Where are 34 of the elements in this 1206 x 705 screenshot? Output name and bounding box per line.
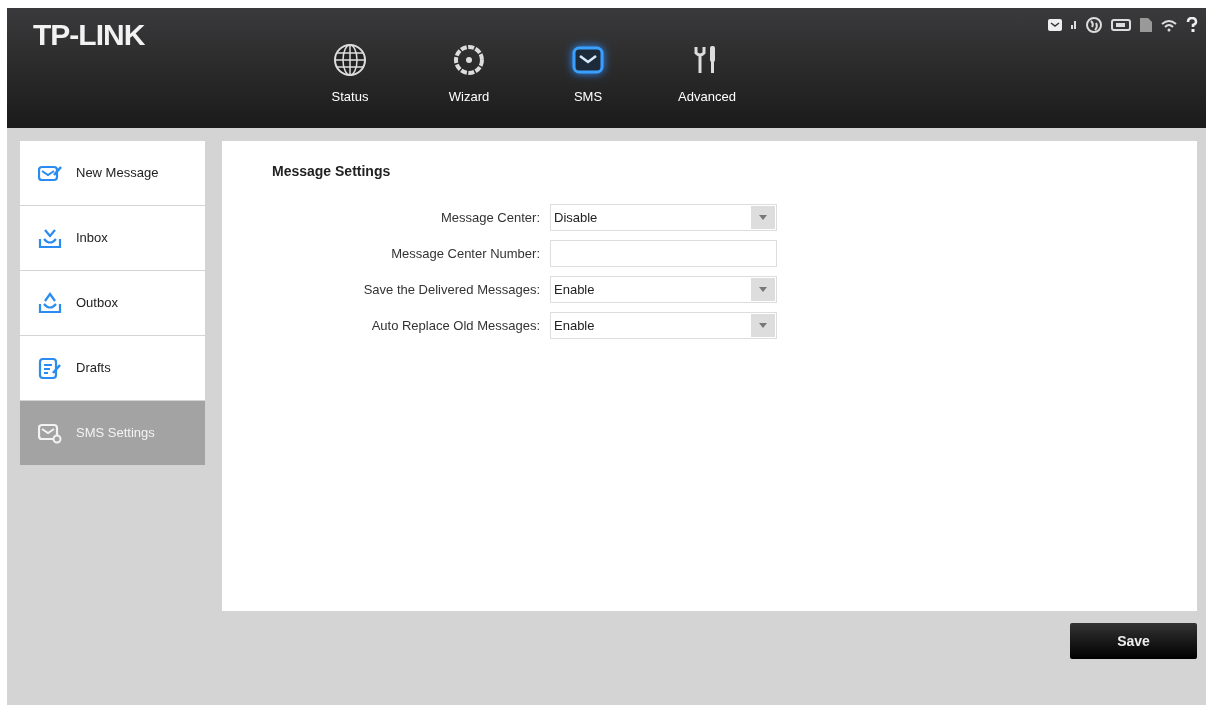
- battery-icon: [1111, 19, 1131, 31]
- gear-icon: [452, 43, 486, 77]
- nav-tab[interactable]: Wizard: [408, 43, 530, 128]
- sidebar-item[interactable]: Inbox: [20, 206, 205, 270]
- nav-tab[interactable]: Advanced: [646, 43, 768, 128]
- nav-tab[interactable]: SMS: [527, 43, 649, 128]
- dropdown-field[interactable]: Enable: [550, 276, 777, 303]
- sidebar-item[interactable]: New Message: [20, 141, 205, 205]
- brand-logo: TP-LINK: [32, 17, 146, 53]
- sidebar-item[interactable]: Drafts: [20, 336, 205, 400]
- dropdown-arrow-icon[interactable]: [751, 314, 775, 337]
- field-label: Message Center Number:: [390, 244, 541, 263]
- globe-icon: [333, 43, 367, 77]
- document-pen-icon: [38, 356, 62, 380]
- nav-tab[interactable]: Status: [289, 43, 411, 128]
- dropdown-arrow-icon[interactable]: [751, 206, 775, 229]
- save-button[interactable]: Save: [1070, 623, 1197, 659]
- globe-icon: [1086, 17, 1102, 33]
- dropdown-arrow-icon[interactable]: [751, 278, 775, 301]
- sidebar-item[interactable]: Outbox: [20, 271, 205, 335]
- signal-icon: [1071, 21, 1077, 29]
- envelope-gear-icon: [38, 421, 62, 445]
- field-label: Auto Replace Old Messages:: [370, 316, 541, 335]
- input-field[interactable]: [550, 240, 777, 267]
- sim-card-icon: [1140, 18, 1152, 32]
- help-icon[interactable]: [1186, 17, 1198, 33]
- field-label: Message Center:: [440, 208, 541, 227]
- dropdown-field[interactable]: Enable: [550, 312, 777, 339]
- dropdown-field[interactable]: Disable: [550, 204, 777, 231]
- outbox-icon: [38, 291, 62, 315]
- mail-icon: [1048, 19, 1062, 31]
- section-title: Message Settings: [272, 162, 392, 181]
- field-label: Save the Delivered Messages:: [362, 280, 541, 299]
- wifi-icon: [1161, 18, 1177, 32]
